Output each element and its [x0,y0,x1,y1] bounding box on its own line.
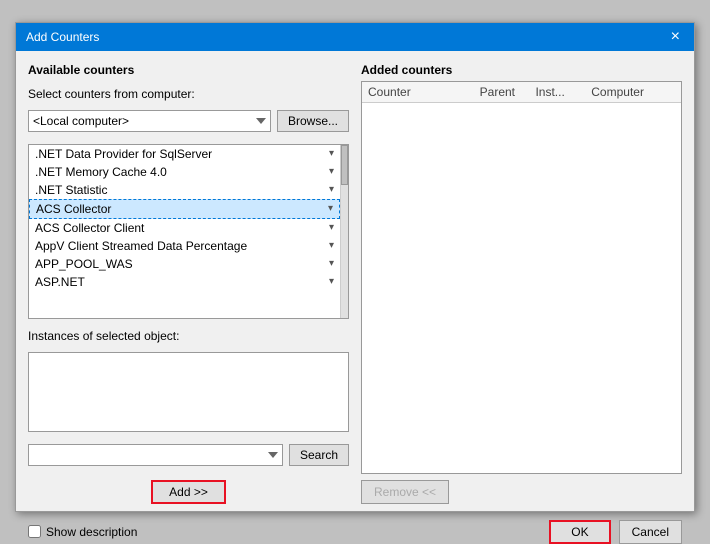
added-counters-label: Added counters [361,63,682,77]
right-panel: Added counters Counter Parent Inst... Co… [361,63,682,504]
dropdown-arrow-icon: ▾ [329,184,334,195]
computer-row: <Local computer> Browse... [28,110,349,132]
list-item-text: ACS Collector [36,202,324,216]
search-row: Search [28,444,349,466]
close-button[interactable]: × [667,29,684,45]
table-header: Counter Parent Inst... Computer [362,82,681,103]
remove-button[interactable]: Remove << [361,480,449,504]
left-panel: Available counters Select counters from … [28,63,349,504]
two-columns-layout: Available counters Select counters from … [28,63,682,504]
col-parent: Parent [480,85,536,99]
scrollbar-thumb[interactable] [341,145,348,185]
list-item[interactable]: ACS Collector Client ▾ [29,219,340,237]
list-item-text: .NET Statistic [35,183,325,197]
dropdown-arrow-icon: ▾ [329,148,334,159]
instances-box [28,352,349,432]
show-description-row: Show description [28,525,137,539]
list-item-text: APP_POOL_WAS [35,257,325,271]
search-button[interactable]: Search [289,444,349,466]
cancel-button[interactable]: Cancel [619,520,682,544]
show-description-label[interactable]: Show description [46,525,137,539]
list-item[interactable]: ASP.NET ▾ [29,273,340,291]
available-counters-label: Available counters [28,63,349,77]
remove-button-row: Remove << [361,480,682,504]
dropdown-arrow-icon: ▾ [329,276,334,287]
select-from-label: Select counters from computer: [28,87,349,101]
computer-select[interactable]: <Local computer> [28,110,271,132]
dialog-title: Add Counters [26,30,99,44]
list-item[interactable]: .NET Memory Cache 4.0 ▾ [29,163,340,181]
dropdown-arrow-icon: ▾ [329,258,334,269]
list-item[interactable]: APP_POOL_WAS ▾ [29,255,340,273]
dialog-body: Available counters Select counters from … [16,51,694,511]
add-button[interactable]: Add >> [151,480,226,504]
list-item[interactable]: .NET Statistic ▾ [29,181,340,199]
counters-list: .NET Data Provider for SqlServer▾.NET Me… [29,145,340,318]
dropdown-arrow-icon: ▾ [329,166,334,177]
add-button-row: Add >> [28,480,349,504]
list-item[interactable]: AppV Client Streamed Data Percentage ▾ [29,237,340,255]
col-inst: Inst... [535,85,591,99]
add-counters-dialog: Add Counters × Available counters Select… [15,22,695,512]
show-description-checkbox[interactable] [28,525,41,538]
title-bar: Add Counters × [16,23,694,51]
browse-button[interactable]: Browse... [277,110,349,132]
ok-cancel-row: OK Cancel [549,520,682,544]
col-computer: Computer [591,85,675,99]
search-select[interactable] [28,444,283,466]
dropdown-arrow-icon: ▾ [329,240,334,251]
list-item-text: .NET Data Provider for SqlServer [35,147,325,161]
list-item-text: .NET Memory Cache 4.0 [35,165,325,179]
col-counter: Counter [368,85,480,99]
counters-list-container: .NET Data Provider for SqlServer▾.NET Me… [28,144,349,319]
ok-button[interactable]: OK [549,520,610,544]
dropdown-arrow-icon: ▾ [328,203,333,214]
list-item-text: ACS Collector Client [35,221,325,235]
list-item[interactable]: .NET Data Provider for SqlServer ▾ [29,145,340,163]
list-item-text: AppV Client Streamed Data Percentage [35,239,325,253]
bottom-row: Show description OK Cancel [28,514,682,544]
dropdown-arrow-icon: ▾ [329,222,334,233]
list-item-text: ASP.NET [35,275,325,289]
scrollbar-track [340,145,348,318]
instances-label: Instances of selected object: [28,329,349,343]
list-item[interactable]: ACS Collector ▾ [29,199,340,219]
added-counters-table: Counter Parent Inst... Computer [361,81,682,474]
